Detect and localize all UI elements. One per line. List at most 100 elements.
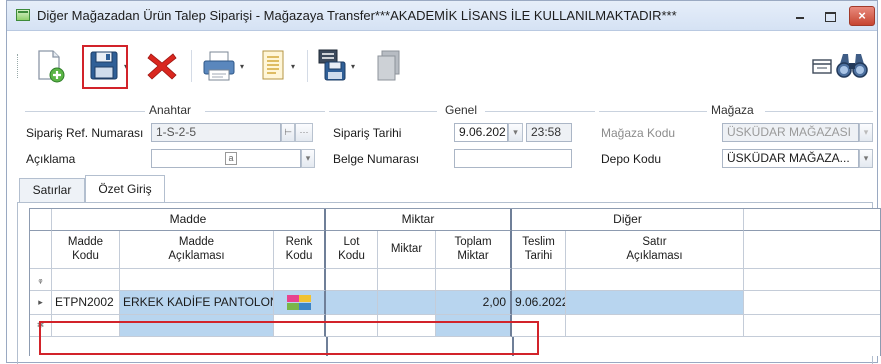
grid-header-indicator bbox=[30, 231, 52, 269]
group-rule bbox=[765, 111, 873, 112]
header-line: Açıklaması bbox=[626, 250, 683, 262]
group-rule bbox=[599, 111, 707, 112]
filter-cell[interactable] bbox=[566, 269, 744, 291]
filter-cell[interactable] bbox=[326, 269, 378, 291]
col-lot-kodu[interactable]: Lot Kodu bbox=[326, 231, 378, 269]
minimize-button[interactable] bbox=[789, 6, 811, 26]
col-empty bbox=[744, 231, 880, 269]
toolbar: ▾ ▾ ▾ ▾ bbox=[7, 32, 877, 96]
minimize-panel-icon[interactable] bbox=[811, 48, 833, 84]
band-diger: Diğer bbox=[512, 209, 744, 231]
text-format-icon: a bbox=[225, 152, 237, 165]
band-miktar: Miktar bbox=[326, 209, 512, 231]
row-indicator-icon[interactable]: ▸ bbox=[30, 291, 52, 315]
filter-cell[interactable] bbox=[52, 269, 120, 291]
report-icon[interactable] bbox=[258, 48, 288, 84]
group-rule bbox=[25, 111, 145, 112]
col-miktar[interactable]: Miktar bbox=[378, 231, 436, 269]
cell-toplam-miktar[interactable]: 2,00 bbox=[436, 291, 512, 315]
cell-empty bbox=[744, 291, 880, 315]
header-line: Tarihi bbox=[524, 250, 553, 262]
delete-icon[interactable] bbox=[144, 48, 180, 84]
filter-cell[interactable] bbox=[378, 269, 436, 291]
depo-kodu-label: Depo Kodu bbox=[601, 152, 662, 166]
filter-cell[interactable] bbox=[512, 269, 566, 291]
cell-miktar[interactable] bbox=[378, 291, 436, 315]
col-madde-kodu[interactable]: Madde Kodu bbox=[52, 231, 120, 269]
genel-group-title: Genel bbox=[445, 103, 478, 117]
toolbar-grip[interactable] bbox=[17, 54, 19, 78]
app-icon bbox=[16, 9, 30, 21]
ref-nav-button[interactable]: ⊢ bbox=[281, 123, 295, 142]
filter-row-icon[interactable]: ᵩ bbox=[30, 269, 52, 291]
depo-dropdown-button[interactable]: ▾ bbox=[859, 149, 873, 168]
header-line: Kodu bbox=[72, 250, 99, 262]
band-madde: Madde bbox=[52, 209, 326, 231]
aciklama-label: Açıklama bbox=[26, 152, 76, 166]
date-dropdown-button[interactable]: ▾ bbox=[508, 123, 523, 142]
header-line: Madde bbox=[178, 236, 215, 248]
siparis-saati-field[interactable]: 23:58 bbox=[526, 123, 572, 142]
new-document-icon[interactable] bbox=[34, 48, 66, 84]
header-line: Kodu bbox=[338, 250, 365, 262]
magaza-kodu-label: Mağaza Kodu bbox=[601, 126, 676, 140]
header-line: Açıklaması bbox=[168, 250, 225, 262]
binoculars-icon[interactable] bbox=[835, 48, 869, 84]
filter-cell[interactable] bbox=[120, 269, 274, 291]
title-bar: Diğer Mağazadan Ürün Talep Siparişi - Ma… bbox=[7, 1, 877, 31]
group-rule bbox=[205, 111, 325, 112]
col-renk-kodu[interactable]: Renk Kodu bbox=[274, 231, 326, 269]
header-line: Teslim bbox=[522, 236, 555, 248]
new-row-cell[interactable] bbox=[566, 315, 744, 337]
belge-numarasi-field[interactable] bbox=[454, 149, 572, 168]
siparis-tarihi-field[interactable]: 9.06.202 bbox=[454, 123, 508, 142]
color-palette-icon[interactable] bbox=[287, 295, 311, 310]
tab-ozet-giris[interactable]: Özet Giriş bbox=[85, 175, 165, 203]
header-line: Kodu bbox=[285, 250, 313, 262]
header-line: Lot bbox=[343, 236, 360, 248]
app-window: Diğer Mağazadan Ürün Talep Siparişi - Ma… bbox=[6, 0, 881, 364]
report-dropdown-arrow[interactable]: ▾ bbox=[291, 63, 299, 71]
col-teslim-tarihi[interactable]: Teslim Tarihi bbox=[512, 231, 566, 269]
window-title: Diğer Mağazadan Ürün Talep Siparişi - Ma… bbox=[37, 8, 677, 23]
ref-number-label: Sipariş Ref. Numarası bbox=[26, 126, 144, 140]
new-row-cell bbox=[744, 315, 880, 337]
group-rule bbox=[329, 111, 437, 112]
anahtar-group-title: Anahtar bbox=[149, 103, 192, 117]
cell-satir-aciklamasi[interactable] bbox=[566, 291, 744, 315]
magaza-dropdown-button: ▾ bbox=[859, 123, 873, 142]
filter-cell bbox=[744, 269, 880, 291]
group-rule bbox=[485, 111, 595, 112]
maximize-button[interactable] bbox=[819, 6, 841, 26]
belge-numarasi-label: Belge Numarası bbox=[333, 152, 420, 166]
cell-teslim-tarihi[interactable]: 9.06.2022 bbox=[512, 291, 566, 315]
band-empty bbox=[744, 209, 880, 231]
print-icon[interactable] bbox=[201, 48, 237, 84]
export-dropdown-arrow[interactable]: ▾ bbox=[351, 63, 359, 71]
cell-lot-kodu[interactable] bbox=[326, 291, 378, 315]
cell-madde-kodu[interactable]: ETPN2002 bbox=[52, 291, 120, 315]
ref-lookup-button[interactable]: ··· bbox=[295, 123, 313, 142]
header-line: Miktar bbox=[457, 250, 489, 262]
save-highlight-box bbox=[82, 45, 128, 89]
aciklama-dropdown-button[interactable]: ▾ bbox=[301, 149, 315, 168]
close-button[interactable]: × bbox=[849, 6, 875, 26]
ref-number-field[interactable]: 1-S-2-5 bbox=[151, 123, 281, 142]
cell-madde-aciklamasi[interactable]: ERKEK KADİFE PANTOLON bbox=[120, 291, 274, 315]
header-line: Madde bbox=[67, 236, 104, 248]
copy-icon[interactable] bbox=[373, 48, 405, 84]
col-madde-aciklamasi[interactable]: Madde Açıklaması bbox=[120, 231, 274, 269]
print-dropdown-arrow[interactable]: ▾ bbox=[240, 63, 248, 71]
cell-renk-kodu[interactable] bbox=[274, 291, 326, 315]
filter-cell[interactable] bbox=[436, 269, 512, 291]
col-toplam-miktar[interactable]: Toplam Miktar bbox=[436, 231, 512, 269]
toolbar-separator bbox=[191, 50, 192, 82]
tab-satirlar[interactable]: Satırlar bbox=[19, 178, 85, 202]
text-export-icon[interactable] bbox=[315, 48, 349, 84]
aciklama-field[interactable]: a bbox=[151, 149, 301, 168]
depo-kodu-field[interactable]: ÜSKÜDAR MAĞAZA... bbox=[722, 149, 859, 168]
filter-cell[interactable] bbox=[274, 269, 326, 291]
magaza-kodu-field: ÜSKÜDAR MAĞAZASI bbox=[722, 123, 859, 142]
new-row-highlight-box bbox=[39, 321, 539, 355]
col-satir-aciklamasi[interactable]: Satır Açıklaması bbox=[566, 231, 744, 269]
